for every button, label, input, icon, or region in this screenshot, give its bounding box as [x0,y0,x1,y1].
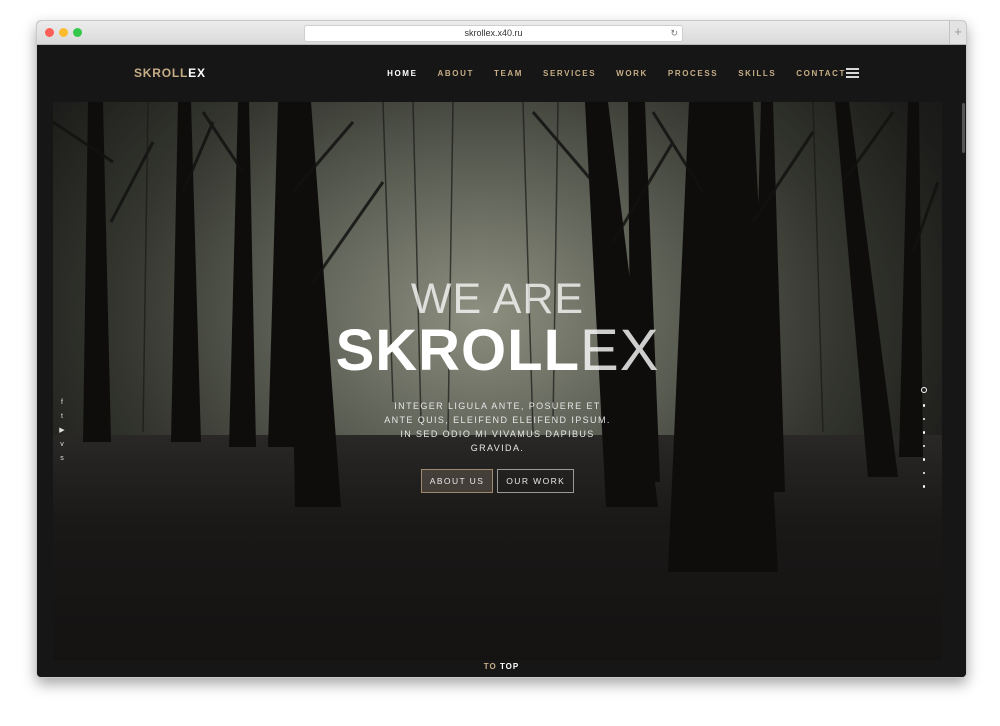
hero-section: f t ▶ v s WE ARE SKROLLEX INTEGER LIGULA… [53,102,942,660]
reload-icon[interactable]: ↻ [670,26,678,41]
to-top-word2: TOP [499,662,520,671]
section-dot-navigation [921,387,927,488]
nav-item-team[interactable]: TEAM [494,69,523,78]
about-us-button[interactable]: ABOUT US [420,469,494,493]
hero-brand-light: EX [580,318,660,383]
section-dot[interactable] [922,485,926,488]
browser-window: skrollex.x40.ru ↻ + SKROLLEX HOME ABOUT … [36,20,967,678]
url-text: skrollex.x40.ru [464,28,523,38]
nav-item-work[interactable]: WORK [616,69,648,78]
hero-brand: SKROLLEX [53,321,942,381]
zoom-window-button[interactable] [73,28,82,37]
nav-item-skills[interactable]: SKILLS [738,69,776,78]
section-dot[interactable] [922,471,926,474]
section-dot[interactable] [922,458,926,461]
window-controls [45,28,82,37]
top-navbar: SKROLLEX HOME ABOUT TEAM SERVICES WORK P… [37,45,966,102]
hero-buttons: ABOUT US OUR WORK [53,469,942,493]
section-dot[interactable] [922,431,926,434]
close-window-button[interactable] [45,28,54,37]
nav-item-home[interactable]: HOME [387,69,417,78]
nav-item-process[interactable]: PROCESS [668,69,718,78]
nav-item-about[interactable]: ABOUT [438,69,474,78]
browser-titlebar: skrollex.x40.ru ↻ + [37,21,966,45]
minimize-window-button[interactable] [59,28,68,37]
address-bar[interactable]: skrollex.x40.ru ↻ [304,25,683,42]
website: SKROLLEX HOME ABOUT TEAM SERVICES WORK P… [37,45,966,677]
hero-brand-bold: SKROLL [335,318,581,383]
hamburger-icon[interactable] [846,68,859,80]
hero-line1: WE ARE [410,275,585,323]
section-dot[interactable] [922,417,926,420]
main-menu: HOME ABOUT TEAM SERVICES WORK PROCESS SK… [387,69,846,78]
our-work-button[interactable]: OUR WORK [497,469,575,493]
nav-item-contact[interactable]: CONTACT [796,69,846,78]
logo-text-part1: SKROLL [134,66,189,80]
hero-lead-text: INTEGER LIGULA ANTE, POSUERE ET ANTE QUI… [384,401,611,453]
hero-content: WE ARE SKROLLEX INTEGER LIGULA ANTE, POS… [53,277,942,493]
page-scrollbar[interactable] [962,103,965,153]
to-top-link[interactable]: TO TOP [37,662,966,671]
site-logo[interactable]: SKROLLEX [134,66,206,80]
to-top-word1: TO [483,662,497,671]
section-dot-active[interactable] [921,387,927,393]
section-dot[interactable] [922,444,926,447]
nav-item-services[interactable]: SERVICES [543,69,596,78]
section-dot[interactable] [922,404,926,407]
logo-text-part2: EX [188,66,206,80]
new-tab-button[interactable]: + [949,21,966,44]
